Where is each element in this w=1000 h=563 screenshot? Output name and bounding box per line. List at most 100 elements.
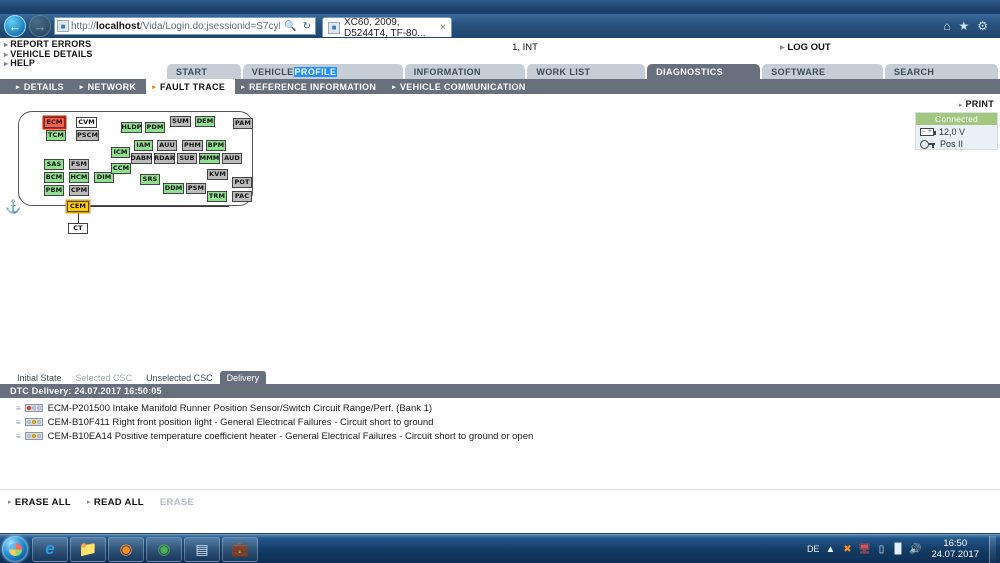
header-link-vehicle-details[interactable]: ▸ VEHICLE DETAILS (4, 49, 300, 60)
forward-button[interactable]: → (29, 15, 51, 37)
drag-handle-icon[interactable]: ≡ (16, 404, 21, 413)
network-node-auu[interactable]: AUU (157, 140, 177, 151)
signal-icon[interactable]: ▉ (892, 543, 904, 555)
network-node-pac[interactable]: PAC (232, 191, 252, 202)
network-node-fsm[interactable]: FSM (69, 159, 89, 170)
tab-information[interactable]: INFORMATION (404, 64, 526, 79)
search-icon[interactable]: 🔍 (282, 21, 298, 32)
star-icon[interactable]: ★ (958, 19, 969, 33)
dtc-led (26, 406, 31, 410)
network-node-hldp[interactable]: HLDP (121, 122, 142, 133)
dtc-tab-unselected-csc[interactable]: Unselected CSC (139, 371, 220, 384)
back-button[interactable]: ← (4, 15, 26, 37)
erase-all-button[interactable]: ▸ ERASE ALL (8, 497, 71, 508)
read-all-button[interactable]: ▸ READ ALL (87, 497, 144, 508)
network-node-rdar[interactable]: RDAR (154, 153, 175, 164)
network-node-dabm[interactable]: DABM (130, 153, 153, 164)
chrome-icon: ◉ (157, 541, 171, 558)
browser-tab[interactable]: ■ XC60, 2009, D5244T4, TF-80... × (322, 17, 452, 39)
tab-vehicle[interactable]: VEHICLE PROFILE (242, 64, 403, 79)
network-node-psm[interactable]: PSM (186, 183, 206, 194)
drag-handle-icon[interactable]: ≡ (16, 432, 21, 441)
dtc-tab-selected-csc[interactable]: Selected CSC (69, 371, 140, 384)
subtab-details[interactable]: ▸ DETAILS (10, 79, 74, 94)
network-node-cem[interactable]: CEM (67, 201, 89, 212)
tab-work-list[interactable]: WORK LIST (527, 64, 646, 79)
print-button[interactable]: ▸ PRINT (915, 99, 994, 109)
taskbar-item-media-player[interactable]: ◉ (108, 536, 144, 562)
network-node-pam[interactable]: PAM (233, 118, 253, 129)
show-desktop-button[interactable] (989, 535, 996, 563)
network-node-ct[interactable]: CT (68, 223, 88, 234)
home-icon[interactable]: ⌂ (943, 19, 950, 33)
drag-handle-icon[interactable]: ≡ (16, 418, 21, 427)
network-node-hcm[interactable]: HCM (69, 172, 89, 183)
subtab-network[interactable]: ▸ NETWORK (74, 79, 146, 94)
print-label: PRINT (965, 99, 994, 109)
network-node-pbm[interactable]: PBM (44, 185, 64, 196)
network-node-cpm[interactable]: CPM (69, 185, 89, 196)
subtab-fault-trace[interactable]: ▸ FAULT TRACE (146, 79, 236, 94)
network-node-pscm[interactable]: PSCM (76, 130, 99, 141)
taskbar-item-toolbox[interactable]: 💼 (222, 536, 258, 562)
chevron-up-icon[interactable]: ▲ (824, 543, 836, 555)
logout-link[interactable]: ▸ LOG OUT (750, 40, 1000, 64)
network-node-trm[interactable]: TRM (207, 191, 227, 202)
dtc-led (36, 420, 41, 424)
network-node-ccm[interactable]: CCM (111, 163, 131, 174)
gear-icon[interactable]: ⚙ (977, 19, 988, 33)
antivirus-icon[interactable]: ✖ (841, 543, 853, 555)
chevron-icon: ▸ (780, 42, 785, 53)
removable-drive-icon[interactable]: ▯ (875, 543, 887, 555)
url-prefix: http:// (71, 20, 97, 32)
taskbar-item-file-explorer[interactable]: 📁 (70, 536, 106, 562)
network-node-ddm[interactable]: DDM (163, 183, 184, 194)
tab-diagnostics[interactable]: DIAGNOSTICS (647, 64, 761, 79)
tab-favicon-icon: ■ (328, 21, 340, 34)
tab-software[interactable]: SOFTWARE (762, 64, 883, 79)
language-indicator[interactable]: DE (807, 544, 820, 554)
network-node-tcm[interactable]: TCM (46, 130, 66, 141)
dtc-tab-initial-state[interactable]: Initial State (10, 371, 69, 384)
network-node-pot[interactable]: POT (232, 177, 252, 188)
taskbar-clock[interactable]: 16:50 24.07.2017 (926, 538, 984, 560)
taskbar-item-internet-explorer[interactable]: e (32, 536, 68, 562)
network-node-ecm[interactable]: ECM (44, 117, 65, 128)
app-header: ▸ REPORT ERRORS ▸ VEHICLE DETAILS ▸ HELP 1,… (0, 38, 1000, 68)
network-alert-icon[interactable]: 🖥 (858, 543, 871, 555)
network-node-kvm[interactable]: KVM (207, 169, 228, 180)
network-node-dem[interactable]: DEM (195, 116, 215, 127)
network-node-icm[interactable]: ICM (111, 147, 130, 158)
network-node-phm[interactable]: PHM (182, 140, 203, 151)
network-node-sum[interactable]: SUM (170, 116, 191, 127)
network-node-bcm[interactable]: BCM (44, 172, 64, 183)
network-node-iam[interactable]: IAM (134, 140, 153, 151)
status-panel: ▸ PRINT Connected − + 12,0 V Pos II (915, 95, 1000, 150)
anchor-icon[interactable]: ⚓ (5, 199, 21, 215)
volume-icon[interactable]: 🔊 (909, 543, 921, 555)
network-node-cvm[interactable]: CVM (76, 117, 97, 128)
network-node-bpm[interactable]: BPM (206, 140, 226, 151)
subtab-reference-information[interactable]: ▸ REFERENCE INFORMATION (235, 79, 386, 94)
network-node-mmm[interactable]: MMM (199, 153, 220, 164)
subtab-vehicle-communication[interactable]: ▸ VEHICLE COMMUNICATION (386, 79, 535, 94)
taskbar-item-chrome[interactable]: ◉ (146, 536, 182, 562)
dtc-row[interactable]: ≡ ECM-P201500 Intake Manifold Runner Posi… (0, 401, 1000, 415)
network-node-pdm[interactable]: PDM (145, 122, 165, 133)
address-bar[interactable]: ■ http://localhost/Vida/Login.do;jsessio… (54, 17, 316, 35)
network-node-aud[interactable]: AUD (222, 153, 242, 164)
network-node-sas[interactable]: SAS (44, 159, 64, 170)
tab-start[interactable]: START (167, 64, 241, 79)
subtab-label: NETWORK (87, 81, 137, 92)
network-node-srs[interactable]: SRS (140, 174, 160, 185)
windows-taskbar: e 📁 ◉ ◉ ▤ 💼 DE ▲ ✖ 🖥 ▯ ▉ 🔊 16:50 24.07.2… (0, 534, 1000, 563)
windows-start-icon[interactable] (2, 536, 28, 562)
taskbar-item-vida-client[interactable]: ▤ (184, 536, 220, 562)
tab-search[interactable]: SEARCH (884, 64, 998, 79)
network-node-sub[interactable]: SUB (177, 153, 197, 164)
dtc-row[interactable]: ≡ CEM-B10EA14 Positive temperature coeffi… (0, 429, 1000, 443)
dtc-row[interactable]: ≡ CEM-B10F411 Right front position light … (0, 415, 1000, 429)
dtc-tab-delivery[interactable]: Delivery (219, 371, 267, 384)
refresh-icon[interactable]: ↻ (301, 21, 313, 32)
tab-close-icon[interactable]: × (440, 22, 446, 33)
